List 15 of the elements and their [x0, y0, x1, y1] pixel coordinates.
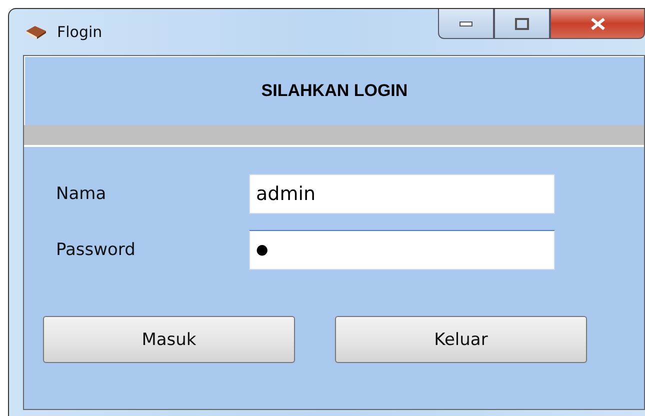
- maximize-button[interactable]: [494, 9, 550, 39]
- close-icon: [590, 18, 606, 30]
- input-field[interactable]: ●: [249, 230, 555, 270]
- input-field[interactable]: admin: [249, 174, 555, 214]
- header-title: SILAHKAN LOGIN: [261, 81, 408, 101]
- action-button[interactable]: Keluar: [335, 316, 587, 363]
- maximize-icon: [515, 18, 529, 30]
- minimize-icon: [459, 20, 473, 26]
- book-icon: [25, 25, 47, 39]
- window-title: Flogin: [57, 23, 102, 41]
- field-label: Nama: [56, 184, 108, 204]
- close-button[interactable]: [550, 9, 645, 39]
- field-label: Password: [56, 240, 136, 260]
- minimize-button[interactable]: [438, 9, 494, 39]
- action-button[interactable]: Masuk: [43, 316, 295, 363]
